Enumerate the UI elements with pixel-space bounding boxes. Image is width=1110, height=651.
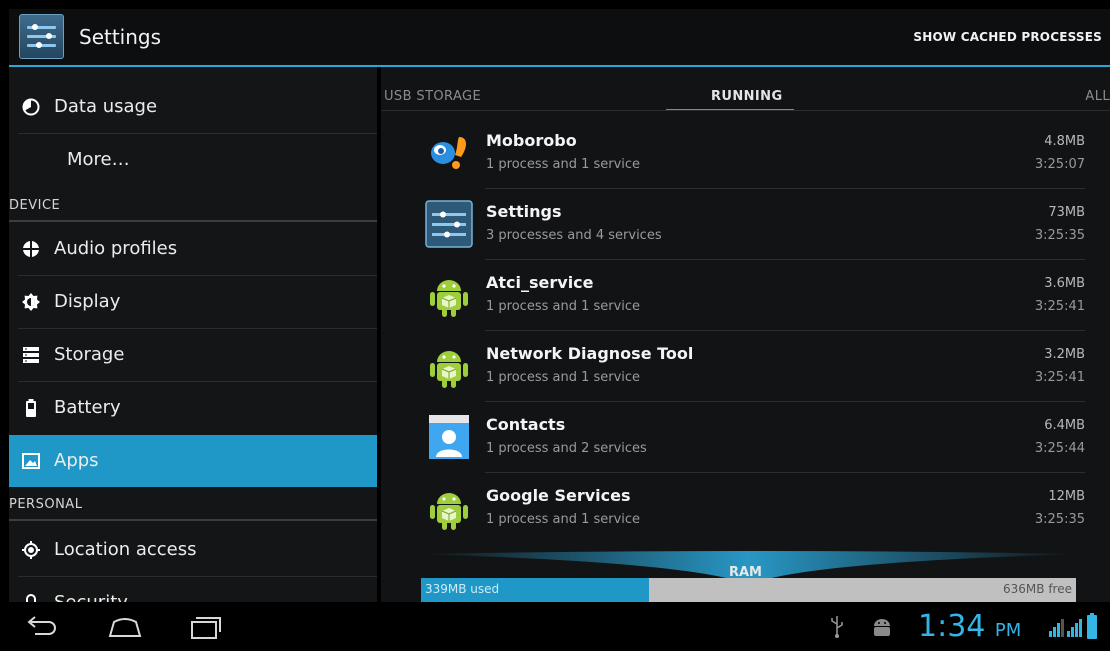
app-process-info: 1 process and 1 service: [486, 299, 641, 314]
usb-icon[interactable]: [830, 616, 844, 638]
app-process-info: 1 process and 2 services: [486, 441, 647, 456]
ram-free-text: 636MB free: [1003, 582, 1072, 596]
list-item[interactable]: Atci_service 1 process and 1 service 3.6…: [421, 260, 1085, 330]
app-memory: 3.2MB: [1044, 347, 1085, 362]
app-memory: 73MB: [1048, 205, 1085, 220]
section-header-personal: PERSONAL: [9, 497, 83, 512]
system-bar: 1:34 PM: [9, 602, 1110, 651]
tabs-divider: [381, 110, 1110, 111]
clock-time: 1:34: [918, 609, 986, 644]
sidebar-item-location-access[interactable]: Location access: [9, 524, 377, 576]
settings-window: Settings SHOW CACHED PROCESSES Data usag…: [9, 9, 1110, 651]
show-cached-processes-button[interactable]: SHOW CACHED PROCESSES: [913, 30, 1102, 44]
storage-icon: [23, 347, 39, 363]
android-icon: [430, 493, 468, 530]
sidebar-item-label: Data usage: [54, 96, 158, 117]
android-debug-icon[interactable]: [871, 617, 893, 637]
sidebar-item-label: More…: [67, 149, 130, 170]
sidebar-item-label: Location access: [54, 539, 197, 560]
app-process-info: 1 process and 1 service: [486, 512, 641, 527]
clock-ampm: PM: [994, 620, 1022, 641]
audio-profiles-icon: [22, 240, 40, 258]
recent-apps-icon[interactable]: [184, 614, 224, 640]
section-divider: [9, 519, 377, 521]
list-item[interactable]: Google Services 1 process and 1 service …: [421, 473, 1085, 543]
settings-list: Data usage More… DEVICE Audio profiles D…: [9, 67, 377, 613]
list-item[interactable]: Moborobo 1 process and 1 service 4.8MB 3…: [421, 118, 1085, 188]
apps-icon: [22, 453, 40, 469]
moborobo-icon: [431, 137, 466, 169]
contacts-icon: [429, 415, 469, 459]
sidebar-item-display[interactable]: Display: [9, 276, 377, 328]
app-name: Google Services: [486, 486, 631, 505]
sidebar-item-label: Display: [54, 291, 121, 312]
location-icon: [22, 541, 40, 559]
section-header-device: DEVICE: [9, 198, 61, 213]
page-title: Settings: [79, 25, 162, 49]
tab-all[interactable]: ALL: [1085, 89, 1110, 104]
action-bar: Settings SHOW CACHED PROCESSES: [9, 9, 1110, 65]
running-apps-pane: USB STORAGE RUNNING ALL Moborobo 1 proce…: [381, 67, 1110, 602]
ram-used-text: 339MB used: [425, 582, 500, 596]
tab-strip: USB STORAGE RUNNING ALL: [381, 67, 1110, 111]
app-process-info: 1 process and 1 service: [486, 370, 641, 385]
sidebar-item-data-usage[interactable]: Data usage: [9, 81, 377, 133]
app-runtime: 3:25:35: [1034, 512, 1085, 527]
app-name: Atci_service: [486, 273, 594, 292]
app-name: Settings: [486, 202, 562, 221]
app-name: Moborobo: [486, 131, 577, 150]
sidebar-item-audio-profiles[interactable]: Audio profiles: [9, 223, 377, 275]
section-divider: [9, 220, 377, 222]
display-icon: [22, 293, 40, 311]
android-icon: [430, 351, 468, 388]
list-item[interactable]: Settings 3 processes and 4 services 73MB…: [421, 189, 1085, 259]
tab-running[interactable]: RUNNING: [711, 89, 783, 104]
signal-icon: [1049, 619, 1064, 637]
app-runtime: 3:25:41: [1034, 370, 1085, 385]
app-memory: 6.4MB: [1044, 418, 1085, 433]
app-runtime: 3:25:41: [1034, 299, 1085, 314]
android-icon: [430, 280, 468, 317]
app-name: Network Diagnose Tool: [486, 344, 694, 363]
sidebar-item-apps[interactable]: Apps: [9, 435, 377, 487]
back-icon[interactable]: [21, 614, 61, 640]
list-item[interactable]: Network Diagnose Tool 1 process and 1 se…: [421, 331, 1085, 401]
list-item[interactable]: Contacts 1 process and 2 services 6.4MB …: [421, 402, 1085, 472]
app-memory: 3.6MB: [1044, 276, 1085, 291]
ram-usage-bar: 339MB used 636MB free: [421, 578, 1076, 602]
sidebar-item-battery[interactable]: Battery: [9, 382, 377, 434]
app-name: Contacts: [486, 415, 566, 434]
signal-icon: [1067, 619, 1082, 637]
app-runtime: 3:25:35: [1034, 228, 1085, 243]
app-process-info: 3 processes and 4 services: [486, 228, 662, 243]
app-memory: 12MB: [1048, 489, 1085, 504]
settings-app-icon: [425, 200, 473, 248]
tab-usb-storage[interactable]: USB STORAGE: [384, 89, 481, 104]
battery-icon: [26, 399, 36, 417]
app-runtime: 3:25:07: [1034, 157, 1085, 172]
app-runtime: 3:25:44: [1034, 441, 1085, 456]
status-clock: 1:34 PM: [918, 609, 1021, 644]
sidebar-item-label: Apps: [54, 450, 99, 471]
home-icon[interactable]: [105, 614, 145, 640]
sidebar-item-label: Storage: [54, 344, 125, 365]
settings-sliders-icon[interactable]: [19, 14, 64, 59]
sidebar-item-label: Battery: [54, 397, 121, 418]
sidebar-item-storage[interactable]: Storage: [9, 329, 377, 381]
app-process-info: 1 process and 1 service: [486, 157, 641, 172]
sidebar-item-label: Audio profiles: [54, 238, 178, 259]
sidebar-item-more[interactable]: More…: [9, 134, 377, 186]
app-memory: 4.8MB: [1044, 134, 1085, 149]
battery-status-icon: [1087, 613, 1097, 639]
data-usage-icon: [22, 98, 40, 116]
